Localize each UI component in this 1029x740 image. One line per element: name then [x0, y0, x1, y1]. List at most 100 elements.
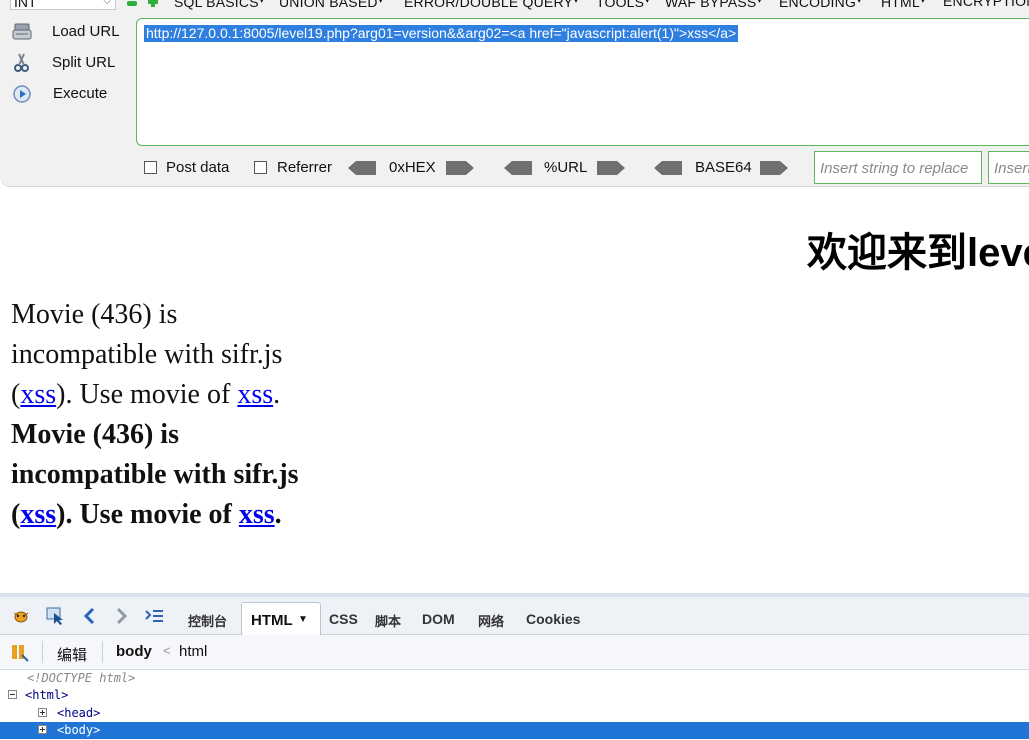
arrow-left-icon [504, 161, 532, 175]
split-url-label: Split URL [52, 54, 116, 71]
tree-row-body-selected[interactable]: <body> [0, 722, 1029, 739]
edit-button[interactable]: 编辑 [57, 644, 87, 665]
menu-error-double-query[interactable]: ERROR/DOUBLE QUERY▾ [404, 0, 578, 9]
dom-tree: <!DOCTYPE html> <html> <head> <body> [0, 670, 1029, 740]
tag-body: <body> [57, 723, 101, 737]
base64-decode-button[interactable] [654, 161, 682, 175]
tree-row-doctype: <!DOCTYPE html> [27, 671, 136, 685]
tab-console[interactable]: 控制台 [188, 611, 227, 630]
movie-line-3: (xss). Use movie of xss. [11, 375, 391, 415]
text-fragment: ). Use movie of [56, 379, 238, 410]
referrer-checkbox[interactable] [254, 161, 267, 174]
load-url-button[interactable]: Load URL [8, 19, 134, 45]
menu-sql-basics[interactable]: SQL BASICS▾ [174, 0, 264, 9]
breadcrumb-html[interactable]: html [179, 643, 207, 660]
expand-toggle-icon[interactable] [38, 725, 47, 734]
load-url-icon [12, 23, 32, 40]
hackbar-menu-row: INT ⌵ SQL BASICS▾ UNION BASED▾ ERROR/DOU… [0, 0, 1029, 12]
replace-string-input[interactable]: Insert string to replace [814, 151, 982, 184]
tree-row-html[interactable]: <html> [0, 687, 1029, 704]
url-encode-button[interactable] [597, 161, 625, 175]
collapse-toggle-icon[interactable] [8, 690, 17, 699]
firebug-bug-icon[interactable] [11, 606, 31, 626]
tab-css[interactable]: CSS [329, 611, 358, 627]
text-fragment: ( [11, 379, 21, 410]
arrow-right-icon [597, 161, 625, 175]
firebug-tab-bar: 控制台 HTML ▼ CSS 脚本 DOM 网络 Cookies [0, 597, 1029, 635]
scissors-icon [14, 53, 29, 72]
arrow-left-icon [654, 161, 682, 175]
toolbar-divider [42, 641, 43, 663]
tab-cookies[interactable]: Cookies [526, 611, 580, 627]
forward-icon[interactable] [111, 606, 131, 626]
breadcrumb-body[interactable]: body [116, 643, 152, 660]
expand-toggle-icon[interactable] [38, 708, 47, 717]
xss-link[interactable]: xss [20, 499, 56, 530]
url-enc-label: %URL [544, 159, 588, 176]
menu-tools[interactable]: TOOLS▾ [596, 0, 649, 9]
hackbar-toolbar: INT ⌵ SQL BASICS▾ UNION BASED▾ ERROR/DOU… [0, 0, 1029, 187]
menu-label: UNION BASED [279, 0, 378, 10]
post-data-checkbox[interactable] [144, 161, 157, 174]
tab-net[interactable]: 网络 [478, 611, 504, 630]
menu-union-based[interactable]: UNION BASED▾ [279, 0, 383, 9]
minus-icon[interactable] [127, 1, 137, 6]
type-select[interactable]: INT ⌵ [10, 0, 116, 10]
replace-with-input[interactable]: Insert [988, 151, 1029, 184]
tab-dom[interactable]: DOM [422, 611, 455, 627]
text-fragment: . [273, 379, 281, 410]
movie-line-7-clipped: Movie (436) is incompatible [11, 535, 391, 543]
movie-line-4: Movie (436) is [11, 419, 179, 450]
menu-waf-bypass[interactable]: WAF BYPASS▾ [665, 0, 762, 9]
movie-line-2: incompatible with sifr.js [11, 339, 283, 370]
menu-encoding[interactable]: ENCODING▾ [779, 0, 861, 9]
menu-label: TOOLS [596, 0, 645, 10]
type-select-value: INT [14, 0, 37, 10]
url-decode-button[interactable] [504, 161, 532, 175]
hackbar-options-row: Post data Referrer 0xHEX %URL BASE64 Ins… [0, 150, 1029, 184]
xss-link[interactable]: xss [20, 379, 56, 410]
url-textarea[interactable]: http://127.0.0.1:8005/level19.php?arg01=… [136, 18, 1029, 146]
text-fragment: . [274, 499, 282, 530]
hex-encode-button[interactable] [446, 161, 474, 175]
execute-button[interactable]: Execute [8, 81, 134, 107]
post-data-label: Post data [166, 159, 230, 176]
menu-encryption[interactable]: ENCRYPTION [943, 0, 1029, 8]
menu-label: WAF BYPASS [665, 0, 757, 10]
command-line-icon[interactable] [144, 606, 164, 626]
menu-html[interactable]: HTML▾ [881, 0, 925, 9]
arrow-left-icon [348, 161, 376, 175]
plus-icon[interactable] [148, 0, 158, 7]
base64-encode-button[interactable] [760, 161, 788, 175]
tree-row-head[interactable]: <head> [0, 705, 1029, 722]
tab-script[interactable]: 脚本 [375, 611, 401, 630]
text-fragment: ( [11, 499, 21, 530]
firebug-html-toolbar: 编辑 body < html [0, 635, 1029, 670]
hex-label: 0xHEX [389, 159, 436, 176]
chevron-down-icon: ⌵ [103, 0, 111, 7]
xss-link[interactable]: xss [237, 379, 273, 410]
replace-with-placeholder: Insert [994, 160, 1029, 177]
menu-label: HTML [881, 0, 920, 10]
xss-link[interactable]: xss [239, 499, 275, 530]
menu-label: ERROR/DOUBLE QUERY [404, 0, 574, 10]
text-fragment: ). Use movie of [56, 499, 239, 530]
menu-label: ENCODING [779, 0, 857, 10]
menu-label: ENCRYPTION [943, 0, 1029, 9]
hex-decode-button[interactable] [348, 161, 376, 175]
tag-html: <html> [25, 688, 69, 702]
movie-line-5: incompatible with sifr.js [11, 459, 299, 490]
inspect-element-icon[interactable] [45, 606, 65, 626]
back-icon[interactable] [80, 606, 100, 626]
referrer-label: Referrer [277, 159, 333, 176]
breadcrumb-separator: < [163, 643, 171, 658]
break-on-mutate-icon[interactable] [10, 643, 30, 663]
url-text-selected: http://127.0.0.1:8005/level19.php?arg01=… [144, 25, 739, 42]
replace-string-placeholder: Insert string to replace [820, 160, 969, 177]
tab-html-label: HTML [251, 612, 293, 629]
split-url-button[interactable]: Split URL [8, 50, 134, 76]
play-icon [13, 85, 31, 103]
page-title: 欢迎来到leve [807, 231, 1029, 275]
tab-html[interactable]: HTML ▼ [241, 602, 321, 635]
dropdown-arrow-icon: ▼ [298, 614, 308, 625]
